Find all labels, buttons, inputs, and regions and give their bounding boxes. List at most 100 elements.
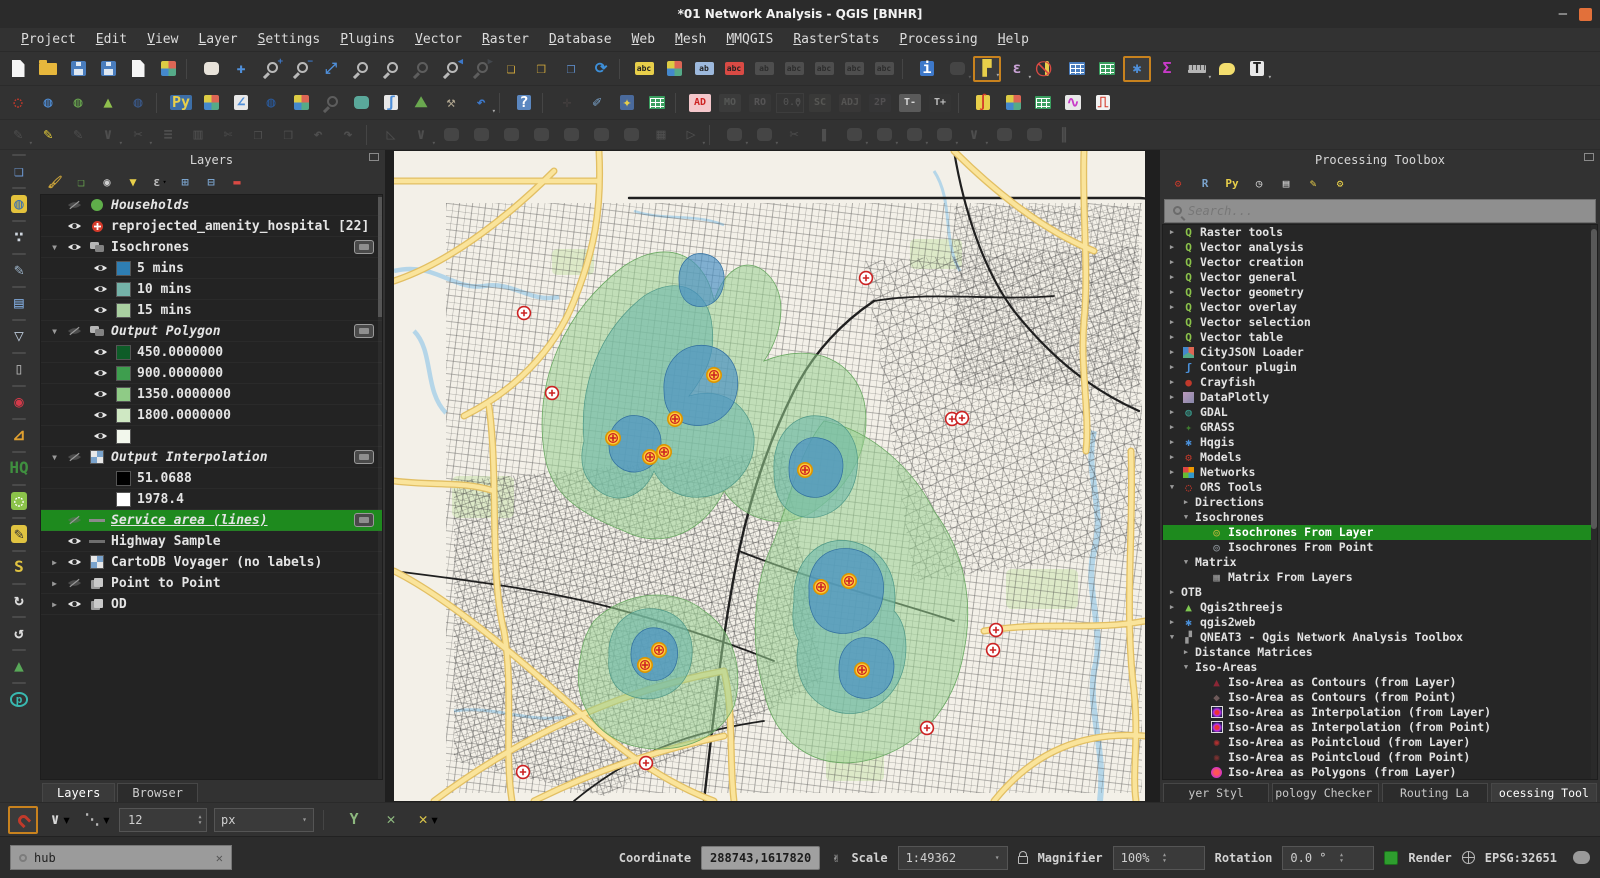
- expand-right-icon[interactable]: ▶: [1167, 348, 1177, 356]
- toolbox-item[interactable]: ▶QVector overlay: [1163, 300, 1597, 315]
- toolbox-item[interactable]: ▶QVector table: [1163, 330, 1597, 345]
- expand-right-icon[interactable]: ▶: [1167, 258, 1177, 266]
- menu-processing[interactable]: Processing: [890, 30, 986, 49]
- toolbox-item[interactable]: ◎Isochrones From Point: [1163, 540, 1597, 555]
- menu-web[interactable]: Web: [623, 30, 664, 49]
- visibility-eye-icon-on[interactable]: [65, 557, 83, 567]
- collapse-all-button[interactable]: ⊟: [200, 172, 222, 192]
- map-editor-dock-button[interactable]: ✎: [5, 521, 33, 547]
- zoom-out-button[interactable]: −: [287, 56, 315, 82]
- metasearch-button[interactable]: ◍: [64, 90, 92, 116]
- topological-editing-button[interactable]: Y: [339, 806, 369, 834]
- reload-dock-button[interactable]: ↻: [5, 587, 33, 613]
- histogram-button[interactable]: ⎍: [1089, 90, 1117, 116]
- menu-database[interactable]: Database: [540, 30, 621, 49]
- render-checkbox[interactable]: [1384, 851, 1398, 865]
- expand-right-icon[interactable]: ▶: [1167, 453, 1177, 461]
- hqgis-dock-button[interactable]: HQ: [5, 455, 33, 481]
- edit-features-inplace-button[interactable]: ✎: [1303, 174, 1323, 194]
- zoom-in-button[interactable]: +: [257, 56, 285, 82]
- close-button[interactable]: [1579, 8, 1592, 21]
- topology-nodes-button[interactable]: ✦: [613, 90, 641, 116]
- options-wrench-button[interactable]: ⚙: [1330, 174, 1350, 194]
- layer-item[interactable]: ▶CartoDB Voyager (no labels): [41, 552, 382, 573]
- expand-right-icon[interactable]: ▶: [1167, 303, 1177, 311]
- toolbox-item[interactable]: ▶QVector analysis: [1163, 240, 1597, 255]
- expand-down-icon[interactable]: ▼: [1167, 483, 1177, 491]
- expand-right-icon[interactable]: ▶: [1167, 288, 1177, 296]
- expand-right-icon[interactable]: ▶: [49, 600, 60, 609]
- add-web-layer-button[interactable]: ◍: [34, 90, 62, 116]
- toolbox-item[interactable]: ▶Directions: [1163, 495, 1597, 510]
- select-by-rectangle-button[interactable]: ▛▾: [973, 56, 1001, 82]
- panel-tab-browser[interactable]: Browser: [117, 783, 198, 802]
- zoom-to-layer-button[interactable]: [377, 56, 405, 82]
- toolbox-item[interactable]: ▶QRaster tools: [1163, 225, 1597, 240]
- right-panel-tab[interactable]: Routing La: [1382, 783, 1488, 802]
- filter-legend-button[interactable]: ▼: [122, 172, 144, 192]
- identify-features-button[interactable]: i: [913, 56, 941, 82]
- remove-layer-button[interactable]: ▬: [226, 172, 248, 192]
- visibility-eye-icon-on[interactable]: [91, 368, 109, 378]
- menu-mmqgis[interactable]: MMQGIS: [717, 30, 782, 49]
- visibility-eye-icon-off[interactable]: [65, 452, 83, 462]
- toolbox-item[interactable]: ▶✱qgis2web: [1163, 615, 1597, 630]
- menu-plugins[interactable]: Plugins: [331, 30, 404, 49]
- qgis2threejs-button[interactable]: ▲: [94, 90, 122, 116]
- gps-dock-button[interactable]: ▲: [5, 653, 33, 679]
- processing-chip-dock-button[interactable]: ▤: [5, 290, 33, 316]
- layer-item[interactable]: ▼Output Interpolation: [41, 447, 382, 468]
- visibility-eye-icon-off[interactable]: [65, 200, 83, 210]
- expand-down-icon[interactable]: ▼: [1167, 633, 1177, 641]
- data-source-manager-dock-button[interactable]: ◍: [5, 191, 33, 217]
- expand-right-icon[interactable]: ▶: [1167, 588, 1177, 596]
- expand-right-icon[interactable]: ▶: [49, 558, 60, 567]
- python-scripts-button[interactable]: Py: [1222, 174, 1242, 194]
- scale-combo[interactable]: 1:49362▾: [898, 846, 1008, 870]
- ph-locator-dock-button[interactable]: ◉: [5, 389, 33, 415]
- new-layer-dock-button[interactable]: ❏: [5, 158, 33, 184]
- layer-diagram-button[interactable]: [660, 56, 688, 82]
- toolbox-item[interactable]: ▶CityJSON Loader: [1163, 345, 1597, 360]
- vector-points-dock-button[interactable]: ∵: [5, 224, 33, 250]
- map-canvas-indicator-icon[interactable]: [354, 324, 374, 338]
- map-canvas-indicator-icon[interactable]: [354, 450, 374, 464]
- visibility-eye-icon-on[interactable]: [65, 242, 83, 252]
- expand-down-icon[interactable]: ▼: [49, 243, 60, 252]
- toolbox-item[interactable]: Iso-Area as Interpolation (from Layer): [1163, 705, 1597, 720]
- add-group-button[interactable]: ❏: [70, 172, 92, 192]
- clear-search-icon[interactable]: ✕: [216, 851, 223, 865]
- search-layers-dock-button[interactable]: ◌: [5, 488, 33, 514]
- sld4raster-button[interactable]: [999, 90, 1027, 116]
- snapping-on-intersection-button[interactable]: ✕: [376, 806, 406, 834]
- toolbox-item[interactable]: ▼◌ORS Tools: [1163, 480, 1597, 495]
- processing-toolbox-button[interactable]: ✱: [1123, 56, 1151, 82]
- show-bookmarks-button[interactable]: ❒: [527, 56, 555, 82]
- help-contents-button[interactable]: ?: [510, 90, 538, 116]
- expand-right-icon[interactable]: ▶: [1181, 498, 1191, 506]
- new-project-button[interactable]: [4, 56, 32, 82]
- toolbox-item[interactable]: ▶Networks: [1163, 465, 1597, 480]
- toolbox-item[interactable]: ◆Iso-Area as Contours (from Point): [1163, 690, 1597, 705]
- toolbox-item[interactable]: ▶●Crayfish: [1163, 375, 1597, 390]
- contour-plugin-button[interactable]: ʃ: [377, 90, 405, 116]
- visibility-eye-icon-off[interactable]: [65, 326, 83, 336]
- zoom-last-button[interactable]: ◀: [437, 56, 465, 82]
- visibility-eye-icon-on[interactable]: [65, 599, 83, 609]
- expand-down-icon[interactable]: ▼: [1181, 558, 1191, 566]
- toolbox-item[interactable]: ▦Matrix From Layers: [1163, 570, 1597, 585]
- processing-scrollbar[interactable]: [1591, 225, 1597, 779]
- new-bookmark-button[interactable]: ❏: [497, 56, 525, 82]
- r-scripts-button[interactable]: R: [1195, 174, 1215, 194]
- layer-item[interactable]: 1978.4: [41, 489, 382, 510]
- messages-icon[interactable]: [1573, 851, 1590, 864]
- menu-layer[interactable]: Layer: [189, 30, 246, 49]
- expand-right-icon[interactable]: ▶: [49, 579, 60, 588]
- expand-down-icon[interactable]: ▼: [49, 453, 60, 462]
- toolbox-item[interactable]: ▶DataPlotly: [1163, 390, 1597, 405]
- zoom-to-selection-button[interactable]: [347, 56, 375, 82]
- toolbox-item[interactable]: ▶QVector geometry: [1163, 285, 1597, 300]
- snapping-tolerance-spinner[interactable]: 12: [119, 808, 207, 832]
- toolbox-item[interactable]: ▶ʃContour plugin: [1163, 360, 1597, 375]
- select-by-expression-button[interactable]: ε▾: [1003, 56, 1031, 82]
